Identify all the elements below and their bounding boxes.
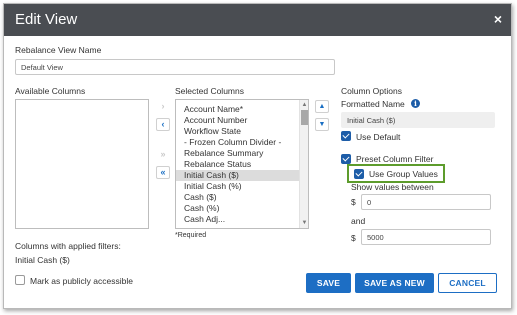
- and-label: and: [351, 216, 366, 226]
- add-column-button[interactable]: ›: [156, 100, 170, 113]
- scroll-down-icon[interactable]: ▼: [301, 219, 308, 227]
- available-columns-list[interactable]: [15, 99, 149, 229]
- scroll-thumb[interactable]: [301, 110, 308, 125]
- list-item[interactable]: Rebalance Summary: [176, 148, 308, 159]
- required-note: *Required: [175, 232, 207, 239]
- cancel-button[interactable]: CANCEL: [438, 273, 497, 293]
- list-item[interactable]: Account Number: [176, 115, 308, 126]
- min-value-input[interactable]: 0: [361, 194, 491, 210]
- list-item[interactable]: Account Name*: [176, 104, 308, 115]
- save-button[interactable]: SAVE: [306, 273, 351, 293]
- publicly-accessible-label: Mark as publicly accessible: [30, 276, 133, 286]
- remove-column-button[interactable]: ‹: [156, 118, 170, 131]
- save-as-new-button[interactable]: SAVE AS NEW: [355, 273, 434, 293]
- selected-columns-list[interactable]: Account Name* Account Number Workflow St…: [175, 99, 309, 229]
- list-item-selected[interactable]: Initial Cash ($): [176, 170, 308, 181]
- column-options-label: Column Options: [341, 86, 402, 96]
- max-value: 5000: [367, 232, 384, 242]
- currency-symbol-max: $: [351, 233, 356, 243]
- list-item[interactable]: Cash (%): [176, 203, 308, 214]
- rebalance-view-name-label: Rebalance View Name: [15, 45, 102, 55]
- preset-column-filter-label: Preset Column Filter: [356, 154, 434, 164]
- rebalance-view-name-input[interactable]: Default View: [15, 59, 335, 75]
- add-all-columns-button[interactable]: »: [156, 148, 170, 161]
- selected-columns-scrollbar[interactable]: ▲ ▼: [299, 100, 308, 228]
- edit-view-dialog: Edit View × Rebalance View Name Default …: [3, 3, 512, 309]
- list-item[interactable]: Rebalance Status: [176, 159, 308, 170]
- list-item[interactable]: Initial Cash (%): [176, 181, 308, 192]
- use-default-label: Use Default: [356, 132, 401, 142]
- filters-value: Initial Cash ($): [15, 255, 70, 265]
- filters-label: Columns with applied filters:: [15, 241, 121, 251]
- dialog-title: Edit View: [15, 11, 78, 28]
- max-value-input[interactable]: 5000: [361, 229, 491, 245]
- formatted-name-input[interactable]: Initial Cash ($): [341, 112, 495, 128]
- min-value: 0: [367, 197, 372, 207]
- formatted-name-label: Formatted Name: [341, 99, 405, 109]
- list-item[interactable]: Workflow State: [176, 126, 308, 137]
- use-default-checkbox[interactable]: [341, 131, 351, 141]
- use-group-values-checkbox[interactable]: [354, 169, 364, 179]
- remove-all-columns-button[interactable]: «: [156, 166, 170, 179]
- list-item[interactable]: Cash ($): [176, 192, 308, 203]
- move-up-button[interactable]: ▲: [315, 100, 329, 113]
- use-group-values-label: Use Group Values: [369, 169, 438, 179]
- list-item[interactable]: Cash Adj...: [176, 214, 308, 225]
- scroll-up-icon[interactable]: ▲: [301, 101, 308, 109]
- selected-columns-label: Selected Columns: [175, 86, 244, 96]
- move-down-button[interactable]: ▼: [315, 118, 329, 131]
- show-values-between-label: Show values between: [351, 182, 434, 192]
- rebalance-view-name-value: Default View: [21, 62, 63, 72]
- close-icon[interactable]: ×: [494, 11, 502, 27]
- available-columns-label: Available Columns: [15, 86, 86, 96]
- dialog-title-bar: Edit View ×: [4, 4, 511, 36]
- list-item[interactable]: - Frozen Column Divider -: [176, 137, 308, 148]
- preset-column-filter-checkbox[interactable]: [341, 154, 351, 164]
- info-icon[interactable]: i: [411, 99, 420, 108]
- currency-symbol-min: $: [351, 197, 356, 207]
- publicly-accessible-checkbox[interactable]: [15, 275, 25, 285]
- formatted-name-value: Initial Cash ($): [347, 115, 396, 125]
